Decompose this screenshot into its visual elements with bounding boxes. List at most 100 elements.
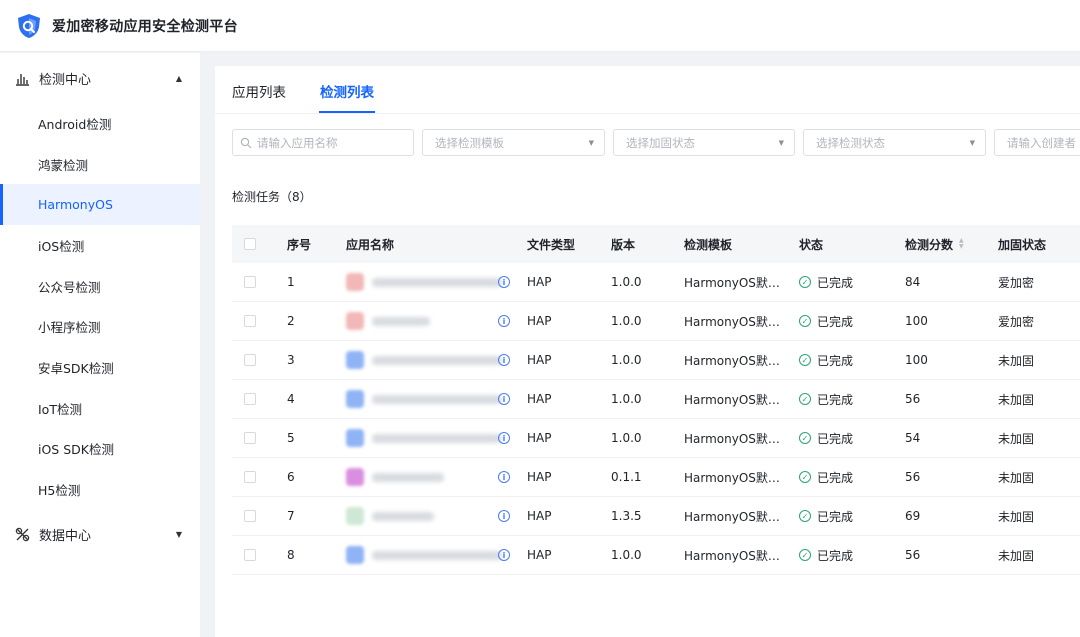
app-name-redacted [372,316,430,326]
cell-version: 1.0.0 [611,314,642,328]
col-score[interactable]: 检测分数 ▲ ▼ [905,225,964,263]
table-row[interactable]: 7 i HAP 1.3.5 HarmonyOS默… ✓ 已完成 69 未加固 [232,497,1080,536]
search-app-name-input[interactable]: 请输入应用名称 [232,129,414,156]
info-icon[interactable]: i [498,354,510,366]
cell-status: ✓ 已完成 [799,536,853,574]
cell-app-name [346,263,502,301]
sidebar-item[interactable]: 安卓SDK检测 [0,347,200,388]
table-row[interactable]: 4 i HAP 1.0.0 HarmonyOS默… ✓ 已完成 56 未加固 [232,380,1080,419]
harden-status-select[interactable]: 选择加固状态 ▼ [613,129,795,156]
detect-status-placeholder: 选择检测状态 [816,135,885,150]
check-circle-icon: ✓ [799,276,811,288]
cell-file-type: HAP [527,392,552,406]
sidebar-group-detect-center[interactable]: 检测中心 ▲ [0,53,200,103]
row-checkbox[interactable] [244,276,256,288]
check-circle-icon: ✓ [799,393,811,405]
cell-app-name [346,497,434,535]
cell-app-name [346,419,502,457]
sidebar-item[interactable]: iOS SDK检测 [0,429,200,470]
sidebar-item-label: iOS检测 [38,238,85,254]
sidebar-item[interactable]: HarmonyOS [0,184,200,226]
row-checkbox[interactable] [244,354,256,366]
caret-up-icon: ▲ [175,73,182,83]
cell-score: 84 [905,275,921,289]
cell-version: 1.3.5 [611,509,642,523]
row-checkbox[interactable] [244,432,256,444]
app-name-redacted [372,433,502,443]
cell-app-name [346,536,502,574]
cell-file-type: HAP [527,509,552,523]
cell-harden: 爱加密 [998,314,1035,329]
cell-index: 3 [287,353,295,367]
sidebar-item[interactable]: Android检测 [0,103,200,144]
col-version: 版本 [611,237,636,252]
cell-score: 100 [905,353,928,367]
cell-harden: 未加固 [998,431,1035,446]
table-row[interactable]: 3 i HAP 1.0.0 HarmonyOS默… ✓ 已完成 100 未加固 [232,341,1080,380]
cell-app-name [346,341,502,379]
info-icon[interactable]: i [498,549,510,561]
app-icon [346,390,364,408]
tab-detect-list[interactable]: 检测列表 [320,81,374,101]
row-checkbox[interactable] [244,471,256,483]
sidebar-group-data-center[interactable]: 数据中心 ▼ [0,510,200,560]
info-icon[interactable]: i [498,315,510,327]
sidebar-item-label: 安卓SDK检测 [38,360,114,376]
sidebar-item[interactable]: 小程序检测 [0,306,200,347]
info-icon[interactable]: i [498,393,510,405]
cell-index: 4 [287,392,295,406]
sidebar-item-label: IoT检测 [38,401,82,417]
table-row[interactable]: 6 i HAP 0.1.1 HarmonyOS默… ✓ 已完成 56 未加固 [232,458,1080,497]
info-icon[interactable]: i [498,510,510,522]
col-harden: 加固状态 [998,237,1047,252]
cell-score: 100 [905,314,928,328]
sidebar-item-label: 小程序检测 [38,320,101,336]
chevron-down-icon: ▼ [778,138,784,147]
creator-input[interactable]: 请输入创建者 [994,129,1080,156]
sort-icon[interactable]: ▲ ▼ [959,238,964,250]
cell-harden: 未加固 [998,548,1035,563]
cell-version: 1.0.0 [611,392,642,406]
cell-index: 5 [287,431,295,445]
sidebar-item-label: 公众号检测 [38,279,101,295]
row-checkbox[interactable] [244,510,256,522]
info-icon[interactable]: i [498,471,510,483]
status-text: 已完成 [817,353,854,368]
sidebar-item[interactable]: 鸿蒙检测 [0,144,200,185]
top-bar: 爱加密移动应用安全检测平台 [0,0,1080,52]
sidebar-item[interactable]: H5检测 [0,469,200,510]
table-row[interactable]: 2 i HAP 1.0.0 HarmonyOS默… ✓ 已完成 100 爱加密 [232,302,1080,341]
cell-version: 1.0.0 [611,353,642,367]
col-app-name: 应用名称 [346,237,395,252]
table-row[interactable]: 1 i HAP 1.0.0 HarmonyOS默… ✓ 已完成 84 爱加密 [232,263,1080,302]
table-row[interactable]: 8 i HAP 1.0.0 HarmonyOS默… ✓ 已完成 56 未加固 [232,536,1080,575]
tab-active-indicator [319,111,375,113]
row-checkbox[interactable] [244,549,256,561]
row-checkbox[interactable] [244,315,256,327]
template-select[interactable]: 选择检测模板 ▼ [422,129,605,156]
cell-score: 56 [905,392,921,406]
cell-template: HarmonyOS默… [684,509,780,524]
info-icon[interactable]: i [498,432,510,444]
sidebar-group-label: 检测中心 [39,72,92,88]
cell-file-type: HAP [527,431,552,445]
col-index: 序号 [287,237,312,252]
cell-status: ✓ 已完成 [799,419,853,457]
cell-harden: 未加固 [998,470,1035,485]
harden-status-placeholder: 选择加固状态 [626,135,695,150]
status-text: 已完成 [817,275,854,290]
detect-status-select[interactable]: 选择检测状态 ▼ [803,129,986,156]
cell-file-type: HAP [527,353,552,367]
check-circle-icon: ✓ [799,471,811,483]
row-checkbox[interactable] [244,393,256,405]
sidebar-item[interactable]: IoT检测 [0,388,200,429]
info-icon[interactable]: i [498,276,510,288]
template-select-placeholder: 选择检测模板 [435,135,504,150]
sidebar-item[interactable]: 公众号检测 [0,266,200,307]
table-row[interactable]: 5 i HAP 1.0.0 HarmonyOS默… ✓ 已完成 54 未加固 [232,419,1080,458]
sidebar-item[interactable]: iOS检测 [0,225,200,266]
tab-app-list[interactable]: 应用列表 [232,81,286,101]
chart-icon [14,70,30,86]
select-all-checkbox[interactable] [244,238,256,250]
cell-index: 2 [287,314,295,328]
